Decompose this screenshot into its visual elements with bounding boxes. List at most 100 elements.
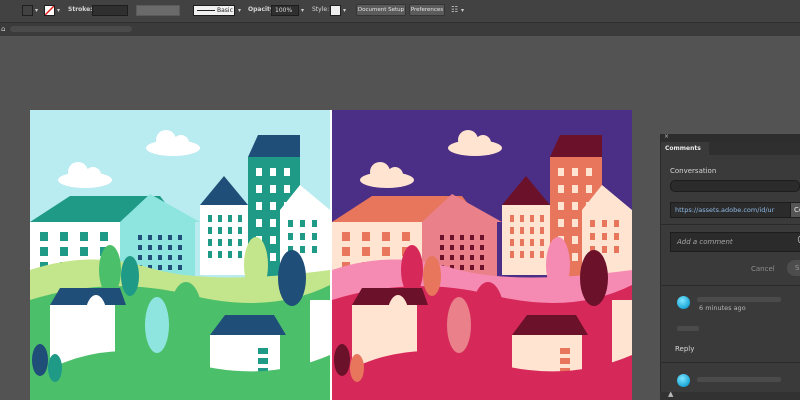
- window: [178, 255, 182, 260]
- tab-comments[interactable]: Comments: [661, 142, 709, 155]
- close-icon[interactable]: ×: [664, 133, 669, 140]
- panel-footer-icon[interactable]: ▲: [668, 390, 673, 398]
- window: [284, 168, 290, 176]
- conversation-select[interactable]: [670, 180, 800, 192]
- tree: [472, 282, 504, 348]
- cancel-button[interactable]: Cancel: [751, 265, 775, 273]
- window: [138, 235, 142, 240]
- stroke-dropdown-icon[interactable]: ▾: [57, 7, 60, 14]
- window: [470, 235, 474, 240]
- brush-style-label: Basic: [217, 7, 233, 14]
- graphic-style-swatch[interactable]: [330, 5, 341, 16]
- comment-body: [677, 326, 699, 331]
- window: [572, 236, 578, 244]
- window: [228, 239, 232, 246]
- window: [558, 185, 564, 193]
- share-link-field[interactable]: https://assets.adobe.com/id/ur: [670, 202, 792, 218]
- window: [148, 255, 152, 260]
- fill-dropdown-icon[interactable]: ▾: [35, 7, 38, 14]
- post-comment-button[interactable]: S: [787, 260, 800, 276]
- artboard-divider: [330, 110, 332, 400]
- divider: [661, 285, 800, 286]
- window: [382, 232, 390, 241]
- window: [590, 220, 595, 227]
- window: [270, 185, 276, 193]
- window: [158, 265, 162, 270]
- avatar: [677, 296, 690, 309]
- window: [238, 227, 242, 234]
- copy-link-button[interactable]: Co: [790, 202, 800, 218]
- brush-dropdown-icon[interactable]: ▾: [238, 7, 241, 14]
- document-tab[interactable]: [10, 26, 132, 32]
- window: [540, 227, 544, 234]
- document-setup-button[interactable]: Document Setup: [356, 4, 406, 16]
- window: [258, 348, 268, 354]
- window: [256, 219, 262, 227]
- comment-author-name: [697, 297, 781, 302]
- window: [480, 255, 484, 260]
- home-icon[interactable]: ⌂: [1, 25, 5, 33]
- window: [312, 220, 317, 227]
- comment-input[interactable]: Add a comment: [670, 232, 800, 252]
- tree: [447, 297, 471, 353]
- window: [178, 235, 182, 240]
- arrange-documents-icon[interactable]: ☷: [451, 5, 458, 14]
- window: [530, 251, 534, 258]
- window: [288, 233, 293, 240]
- window: [510, 227, 514, 234]
- window: [440, 235, 444, 240]
- window: [218, 227, 222, 234]
- opacity-field[interactable]: 100%: [271, 5, 299, 16]
- window: [480, 245, 484, 250]
- tree: [278, 250, 306, 306]
- window: [228, 227, 232, 234]
- variable-width-profile[interactable]: [136, 5, 180, 16]
- brush-definition-field[interactable]: Basic: [193, 5, 235, 16]
- window: [470, 245, 474, 250]
- window: [228, 215, 232, 222]
- window: [572, 168, 578, 176]
- window: [470, 265, 474, 270]
- window: [270, 236, 276, 244]
- window: [228, 251, 232, 258]
- window: [590, 233, 595, 240]
- window: [60, 247, 68, 256]
- style-label: Style:: [312, 6, 330, 13]
- window: [362, 247, 370, 256]
- window: [148, 235, 152, 240]
- window: [560, 348, 570, 354]
- window: [270, 168, 276, 176]
- window: [158, 235, 162, 240]
- fill-color-swatch[interactable]: [22, 5, 33, 16]
- arrange-dropdown-icon[interactable]: ▾: [461, 7, 464, 14]
- cloud: [173, 135, 189, 151]
- city-illustration: [30, 110, 330, 400]
- window: [208, 251, 212, 258]
- window: [80, 232, 88, 241]
- cloud: [156, 130, 176, 150]
- window: [382, 247, 390, 256]
- window: [60, 232, 68, 241]
- window: [440, 255, 444, 260]
- window: [530, 239, 534, 246]
- stroke-color-swatch[interactable]: [44, 5, 55, 16]
- window: [572, 185, 578, 193]
- tree: [84, 295, 108, 351]
- window: [218, 215, 222, 222]
- opacity-dropdown-icon[interactable]: ▾: [301, 7, 304, 14]
- window: [602, 233, 607, 240]
- window: [614, 246, 619, 253]
- window: [450, 245, 454, 250]
- comments-panel: × Comments Conversation https://assets.a…: [660, 133, 800, 400]
- reply-link[interactable]: Reply: [675, 345, 694, 353]
- artboard[interactable]: [30, 110, 632, 400]
- stroke-weight-field[interactable]: [92, 5, 128, 16]
- window: [586, 185, 592, 193]
- window: [572, 202, 578, 210]
- tree: [121, 256, 139, 296]
- window: [530, 215, 534, 222]
- divider: [661, 224, 800, 225]
- preferences-button[interactable]: Preferences: [409, 4, 445, 16]
- comment-timestamp: 6 minutes ago: [699, 304, 746, 312]
- style-dropdown-icon[interactable]: ▾: [343, 7, 346, 14]
